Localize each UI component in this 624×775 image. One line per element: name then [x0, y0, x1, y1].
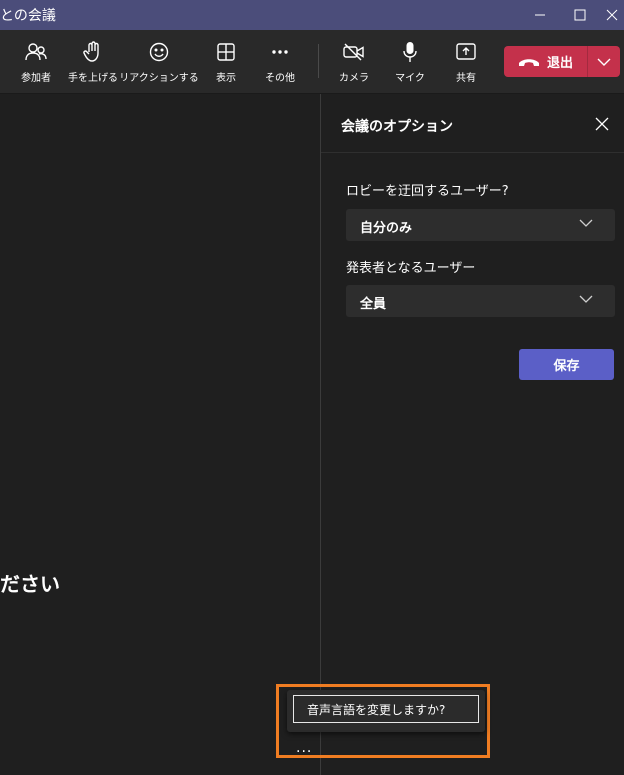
- close-icon: [606, 9, 618, 21]
- minimize-icon: [535, 14, 545, 16]
- presenters-label: 発表者となるユーザー: [346, 261, 476, 276]
- close-window-button[interactable]: [600, 0, 624, 30]
- change-language-item[interactable]: 音声言語を変更しますか?: [293, 695, 479, 723]
- reactions-button[interactable]: リアクションする: [119, 30, 199, 93]
- title-bar: との会議: [0, 0, 624, 30]
- chevron-down-icon: [579, 219, 593, 227]
- meeting-stage: [0, 94, 320, 775]
- minimize-button[interactable]: [520, 0, 560, 30]
- panel-title: 会議のオプション: [341, 119, 453, 135]
- popup-more-button[interactable]: ...: [296, 740, 312, 756]
- more-actions-button[interactable]: その他: [260, 30, 300, 93]
- leave-label: 退出: [546, 56, 573, 71]
- presenters-select[interactable]: 全員: [346, 285, 615, 317]
- microphone-button[interactable]: マイク: [390, 30, 430, 93]
- toolbar-divider: [318, 44, 319, 78]
- microphone-label: マイク: [395, 73, 425, 84]
- save-button[interactable]: 保存: [519, 349, 614, 380]
- view-label: 表示: [216, 73, 236, 84]
- phone-hangup-icon: [518, 58, 539, 66]
- leave-button[interactable]: 退出: [504, 46, 587, 77]
- grid-icon: [217, 41, 235, 63]
- participants-label: 参加者: [21, 73, 51, 84]
- stage-message: ださい: [0, 572, 60, 596]
- people-icon: [25, 41, 47, 63]
- share-button[interactable]: 共有: [446, 30, 486, 93]
- camera-label: カメラ: [339, 73, 369, 84]
- maximize-icon: [574, 9, 586, 21]
- share-icon: [456, 41, 476, 63]
- participants-button[interactable]: 参加者: [16, 30, 56, 93]
- ellipsis-icon: [271, 41, 289, 63]
- window-title: との会議: [0, 8, 56, 24]
- chevron-down-icon: [597, 58, 611, 66]
- save-label: 保存: [553, 359, 580, 374]
- presenters-value: 全員: [360, 297, 387, 312]
- panel-close-button[interactable]: [595, 116, 611, 132]
- lobby-bypass-value: 自分のみ: [360, 221, 413, 236]
- leave-dropdown-button[interactable]: [588, 46, 620, 77]
- hand-icon: [83, 41, 103, 63]
- reactions-label: リアクションする: [119, 73, 199, 84]
- leave-button-group: 退出: [504, 46, 620, 77]
- language-popup: 音声言語を変更しますか?: [287, 690, 485, 732]
- share-label: 共有: [456, 73, 476, 84]
- microphone-icon: [402, 41, 418, 63]
- panel-header: 会議のオプション: [321, 94, 624, 153]
- smile-icon: [149, 41, 169, 63]
- lobby-bypass-select[interactable]: 自分のみ: [346, 209, 615, 241]
- view-button[interactable]: 表示: [206, 30, 246, 93]
- camera-button[interactable]: カメラ: [334, 30, 374, 93]
- lobby-bypass-label: ロビーを迂回するユーザー?: [346, 184, 509, 199]
- camera-off-icon: [343, 41, 365, 63]
- close-icon: [595, 117, 609, 131]
- more-label: その他: [265, 73, 295, 84]
- maximize-button[interactable]: [560, 0, 600, 30]
- change-language-label: 音声言語を変更しますか?: [307, 702, 446, 717]
- meeting-options-panel: 会議のオプション ロビーを迂回するユーザー? 自分のみ 発表者となるユーザー 全…: [321, 94, 624, 775]
- raise-hand-button[interactable]: 手を上げる: [66, 30, 120, 93]
- chevron-down-icon: [579, 295, 593, 303]
- raise-hand-label: 手を上げる: [68, 73, 118, 84]
